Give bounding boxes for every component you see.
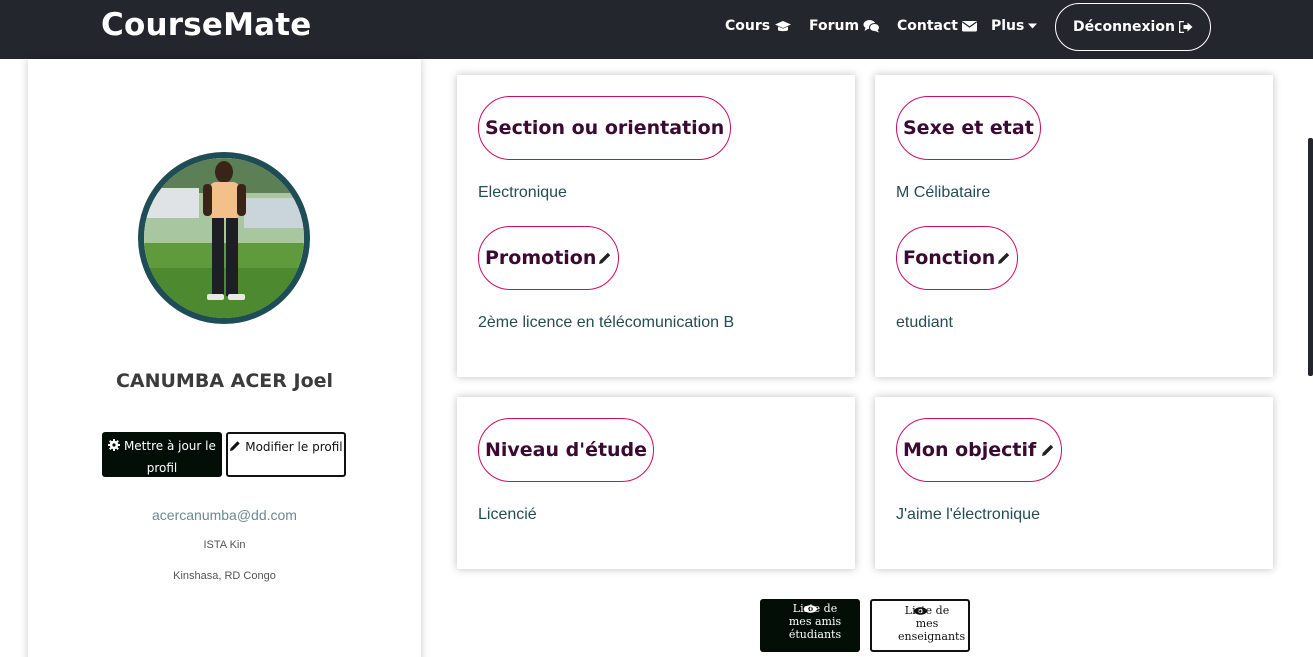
sexe-value: M Célibataire	[896, 184, 991, 201]
section-value: Electronique	[478, 184, 567, 201]
sign-out-icon	[1178, 21, 1193, 33]
profile-card: CANUMBA ACER Joel Mettre à jour le profi…	[28, 59, 421, 657]
logout-button[interactable]: Déconnexion	[1055, 3, 1211, 51]
modify-profile-label: Modifier le profil	[245, 440, 343, 454]
promotion-title: Promotion	[478, 226, 620, 290]
section-title: Section ou orientation	[478, 96, 732, 160]
fonction-value: etudiant	[896, 314, 953, 331]
nav-contact-label: Contact	[897, 18, 958, 34]
profile-photo	[144, 158, 304, 318]
brand-logo[interactable]: CourseMate	[101, 7, 312, 43]
info-card-section-promotion: Section ou orientation Electronique Prom…	[457, 75, 855, 377]
nav-cours[interactable]: Cours	[725, 18, 792, 34]
fonction-title-label: Fonction	[903, 247, 996, 269]
update-profile-label: Mettre à jour le profil	[123, 439, 216, 475]
nav-forum-label: Forum	[809, 18, 860, 34]
top-navbar: CourseMate Cours Forum Contact Plus Déco…	[0, 0, 1313, 59]
info-card-niveau: Niveau d'étude Licencié	[457, 397, 855, 569]
info-card-sexe-fonction: Sexe et etat M Célibataire Fonction etud…	[875, 75, 1273, 377]
nav-cours-label: Cours	[725, 18, 771, 34]
nav-plus-label: Plus	[991, 18, 1025, 34]
fonction-title: Fonction	[896, 226, 1019, 290]
promotion-value: 2ème licence en télécomunication B	[478, 314, 735, 331]
avatar	[138, 152, 310, 324]
logout-label: Déconnexion	[1073, 19, 1175, 35]
teachers-list-label: Liste de mes enseignants	[898, 604, 966, 643]
teachers-list-button[interactable]: Liste de mes enseignants	[870, 599, 970, 652]
comments-icon	[863, 20, 881, 33]
profile-email: acercanumba@dd.com	[152, 507, 297, 523]
nav-forum[interactable]: Forum	[809, 18, 881, 34]
pencil-icon[interactable]	[598, 251, 612, 265]
pencil-icon[interactable]	[1041, 443, 1055, 457]
update-profile-button[interactable]: Mettre à jour le profil	[102, 432, 222, 477]
envelope-icon	[962, 21, 977, 32]
info-card-objectif: Mon objectif J'aime l'électronique	[875, 397, 1273, 569]
promotion-title-label: Promotion	[485, 247, 597, 269]
scrollbar-edge[interactable]	[1308, 138, 1313, 376]
pencil-icon	[230, 441, 241, 451]
niveau-value: Licencié	[478, 506, 537, 523]
profile-location: Kinshasa, RD Congo	[173, 570, 276, 582]
modify-profile-button[interactable]: Modifier le profil	[226, 432, 346, 477]
gear-icon	[108, 439, 121, 451]
objectif-value: J'aime l'électronique	[896, 506, 1040, 523]
profile-name: CANUMBA ACER Joel	[115, 370, 334, 392]
section-title-label: Section ou orientation	[485, 117, 725, 139]
profile-school: ISTA Kin	[203, 539, 246, 551]
niveau-title: Niveau d'étude	[478, 418, 655, 482]
objectif-title: Mon objectif	[896, 418, 1063, 482]
niveau-title-label: Niveau d'étude	[485, 439, 648, 461]
nav-contact[interactable]: Contact	[897, 18, 977, 34]
friends-list-label: Liste de mes amis étudiants	[788, 602, 842, 641]
caret-down-icon	[1028, 23, 1038, 29]
objectif-title-label: Mon objectif	[903, 439, 1037, 461]
pencil-icon[interactable]	[997, 251, 1011, 265]
nav-plus-dropdown[interactable]: Plus	[991, 18, 1038, 34]
friends-list-button[interactable]: Liste de mes amis étudiants	[760, 599, 860, 652]
graduation-cap-icon	[775, 20, 792, 31]
sexe-title-label: Sexe et etat	[903, 117, 1034, 139]
sexe-title: Sexe et etat	[896, 96, 1041, 160]
